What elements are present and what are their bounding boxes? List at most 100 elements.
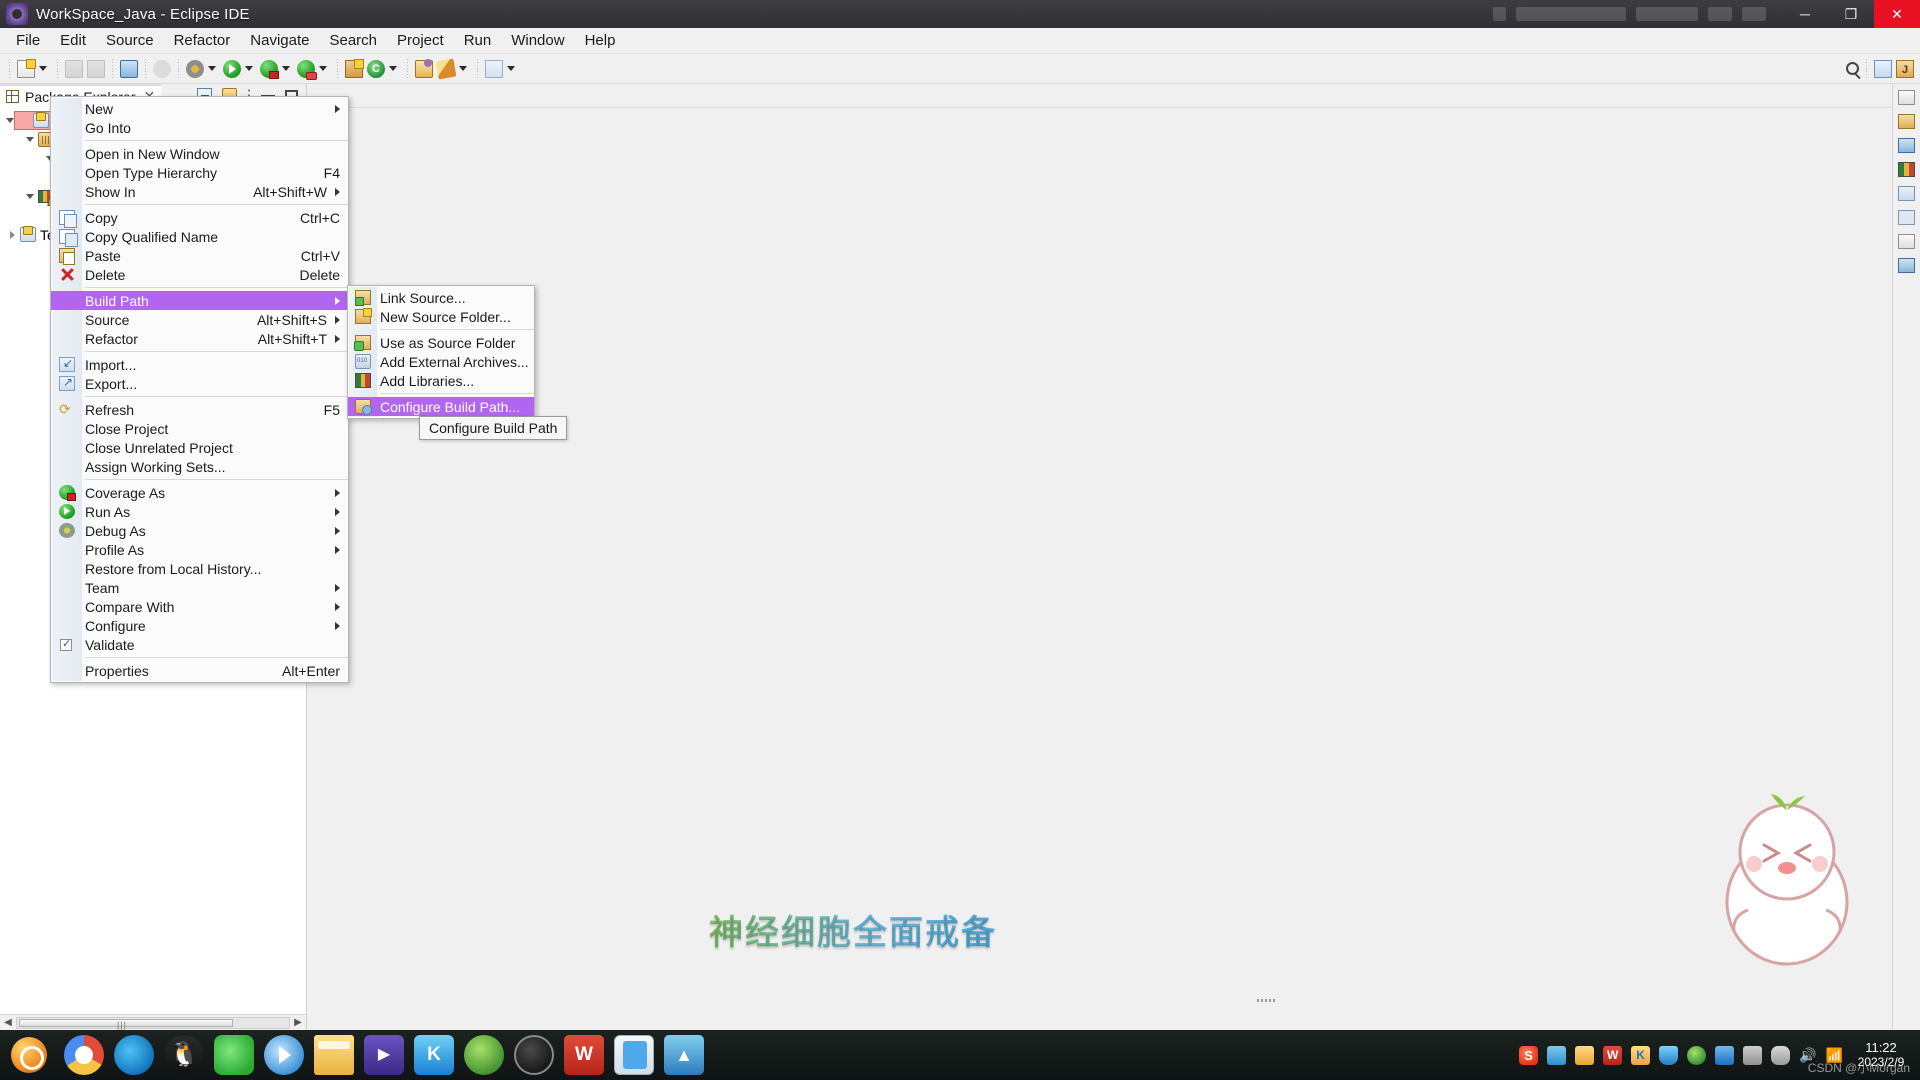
menu-run[interactable]: Run [454, 29, 502, 52]
servers-view-icon[interactable] [1898, 162, 1915, 177]
new-button[interactable] [15, 58, 37, 78]
tray-gift-icon[interactable] [1575, 1045, 1595, 1065]
taskbar-eclipse-icon[interactable] [664, 1035, 704, 1075]
problems-view-icon[interactable] [1898, 186, 1915, 201]
project-context-menu[interactable]: New Go Into Open in New Window Open Type… [50, 96, 349, 683]
task-list-icon[interactable] [1898, 114, 1915, 129]
expand-arrow-icon[interactable] [24, 133, 38, 147]
context-menu-item-source[interactable]: Source Alt+Shift+S [51, 310, 348, 329]
menu-help[interactable]: Help [575, 29, 626, 52]
context-menu-item-copy[interactable]: Copy Ctrl+C [51, 208, 348, 228]
outline-view-icon[interactable] [1898, 90, 1915, 105]
import-dropdown-arrow[interactable] [507, 66, 515, 71]
menu-window[interactable]: Window [501, 29, 574, 52]
context-menu-item-open-in-new-window[interactable]: Open in New Window [51, 144, 348, 163]
context-menu-item-run-as[interactable]: Run As [51, 502, 348, 521]
open-type-button[interactable] [413, 58, 435, 78]
new-class-dropdown-arrow[interactable] [389, 66, 397, 71]
context-menu-item-restore-from-local-history[interactable]: Restore from Local History... [51, 559, 348, 578]
external-tools-dropdown-arrow[interactable] [459, 66, 467, 71]
expand-arrow-icon[interactable] [4, 114, 18, 128]
context-menu-item-go-into[interactable]: Go Into [51, 118, 348, 137]
menu-search[interactable]: Search [319, 29, 387, 52]
tray-microphone-icon[interactable] [1771, 1045, 1791, 1065]
menu-edit[interactable]: Edit [50, 29, 96, 52]
taskbar-edge-icon[interactable] [114, 1035, 154, 1075]
context-menu-item-copy-qualified-name[interactable]: Copy Qualified Name [51, 227, 348, 247]
status-resize-grip[interactable] [1257, 999, 1275, 1002]
save-button[interactable] [63, 59, 85, 78]
context-menu-item-validate[interactable]: Validate [51, 635, 348, 654]
progress-view-icon[interactable] [1898, 258, 1915, 273]
open-perspective-button[interactable] [1872, 59, 1894, 78]
context-menu-item-debug-as[interactable]: Debug As [51, 521, 348, 540]
minimize-button[interactable]: ─ [1782, 0, 1828, 28]
tray-usb-icon[interactable] [1547, 1045, 1567, 1065]
context-menu-item-refresh[interactable]: ⟳ Refresh F5 [51, 400, 348, 419]
context-menu-item-compare-with[interactable]: Compare With [51, 597, 348, 616]
taskbar-game-icon[interactable] [514, 1035, 554, 1075]
build-path-submenu[interactable]: Link Source... New Source Folder... Use … [347, 285, 535, 419]
menu-project[interactable]: Project [387, 29, 454, 52]
taskbar-wps-icon[interactable] [564, 1035, 604, 1075]
horizontal-scrollbar[interactable]: ◀ ||| ▶ [0, 1014, 306, 1030]
taskbar-leaf-icon[interactable] [464, 1035, 504, 1075]
context-menu-item-assign-working-sets[interactable]: Assign Working Sets... [51, 457, 348, 476]
menu-navigate[interactable]: Navigate [240, 29, 319, 52]
new-package-button[interactable] [343, 58, 365, 78]
taskbar-vm-icon[interactable] [364, 1035, 404, 1075]
taskbar-chrome-icon[interactable] [64, 1035, 104, 1075]
context-menu-item-import[interactable]: Import... [51, 355, 348, 374]
editor-area[interactable] [307, 84, 1892, 1030]
context-menu-item-new[interactable]: New [51, 99, 348, 118]
run-junit-button[interactable] [295, 59, 317, 80]
taskbar-kugou-icon[interactable] [414, 1035, 454, 1075]
import-button[interactable] [483, 59, 505, 78]
submenu-item-configure-build-path[interactable]: Configure Build Path... [348, 397, 534, 416]
context-menu-item-open-type-hierarchy[interactable]: Open Type Hierarchy F4 [51, 163, 348, 182]
tray-grey-app-icon[interactable] [1743, 1045, 1763, 1065]
new-class-button[interactable] [365, 59, 387, 78]
menu-file[interactable]: File [6, 29, 50, 52]
tray-security-shield-icon[interactable] [1659, 1045, 1679, 1065]
taskbar-file-explorer-icon[interactable] [314, 1035, 354, 1075]
menu-refactor[interactable]: Refactor [164, 29, 241, 52]
tray-sogou-input-icon[interactable] [1519, 1045, 1539, 1065]
properties-view-icon[interactable] [1898, 210, 1915, 225]
coverage-button[interactable] [258, 59, 280, 79]
tray-kingsoft-icon[interactable] [1631, 1045, 1651, 1065]
external-tools-button[interactable] [435, 58, 457, 79]
new-dropdown-arrow[interactable] [39, 66, 47, 71]
search-view-icon[interactable] [1898, 234, 1915, 249]
submenu-item-link-source[interactable]: Link Source... [348, 288, 534, 307]
toggle-link-button[interactable] [151, 59, 173, 78]
submenu-item-new-source-folder[interactable]: New Source Folder... [348, 307, 534, 326]
search-button[interactable] [1844, 62, 1861, 75]
debug-dropdown-arrow[interactable] [208, 66, 216, 71]
taskbar-media-player-icon[interactable] [264, 1035, 304, 1075]
maximize-button[interactable]: ❐ [1828, 0, 1874, 28]
submenu-item-add-external-archives[interactable]: Add External Archives... [348, 352, 534, 371]
context-menu-item-close-project[interactable]: Close Project [51, 419, 348, 438]
context-menu-item-properties[interactable]: Properties Alt+Enter [51, 661, 348, 680]
scrollbar-track[interactable]: ||| [16, 1016, 290, 1030]
run-button[interactable] [221, 59, 243, 78]
context-menu-item-build-path[interactable]: Build Path [51, 291, 348, 310]
scroll-left-icon[interactable]: ◀ [0, 1017, 16, 1028]
context-menu-item-team[interactable]: Team [51, 578, 348, 597]
taskbar-wechat-icon[interactable] [214, 1035, 254, 1075]
close-button[interactable]: ✕ [1874, 0, 1920, 28]
start-button[interactable] [0, 1030, 58, 1080]
context-menu-item-export[interactable]: Export... [51, 374, 348, 393]
context-menu-item-refactor[interactable]: Refactor Alt+Shift+T [51, 329, 348, 348]
expand-arrow-icon[interactable] [24, 190, 38, 204]
context-menu-item-profile-as[interactable]: Profile As [51, 540, 348, 559]
save-all-button[interactable] [85, 59, 107, 78]
debug-button[interactable] [184, 59, 206, 78]
submenu-item-use-as-source-folder[interactable]: Use as Source Folder [348, 333, 534, 352]
submenu-item-add-libraries[interactable]: Add Libraries... [348, 371, 534, 390]
run-dropdown-arrow[interactable] [245, 66, 253, 71]
context-menu-item-show-in[interactable]: Show In Alt+Shift+W [51, 182, 348, 201]
run-junit-dropdown-arrow[interactable] [319, 66, 327, 71]
scroll-right-icon[interactable]: ▶ [290, 1017, 306, 1028]
